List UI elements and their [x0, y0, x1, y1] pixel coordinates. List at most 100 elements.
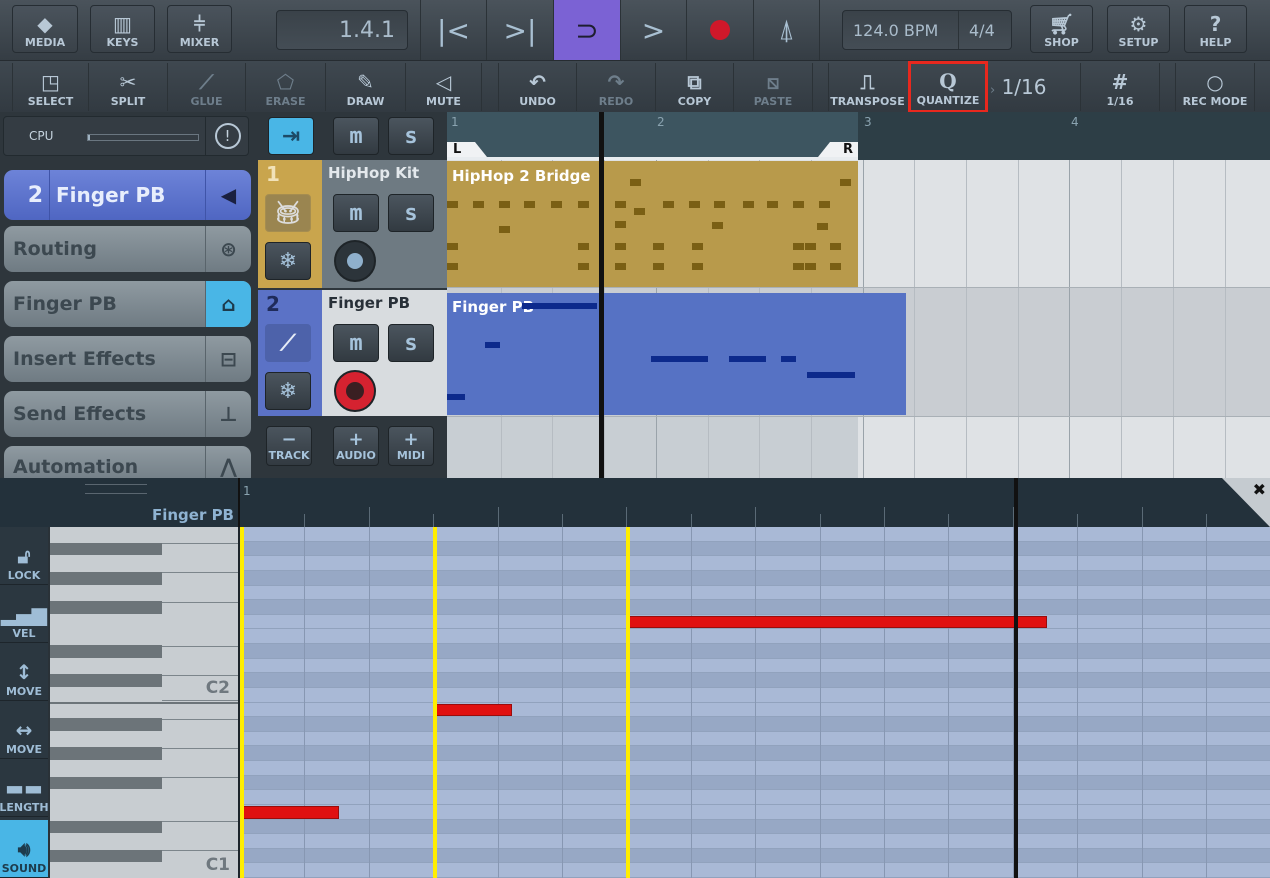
alert-button[interactable]: ! — [205, 117, 249, 155]
paste-button[interactable]: ⧅ PASTE — [733, 63, 813, 111]
track-2-freeze-button[interactable]: ❄ — [265, 372, 311, 410]
quantize-marker — [240, 527, 244, 878]
playhead[interactable] — [1014, 527, 1018, 878]
track-split-button[interactable]: ⇥ — [268, 117, 314, 155]
track-1-solo[interactable]: s — [388, 194, 434, 232]
track-2-record-arm[interactable] — [334, 370, 376, 412]
rec-mode-button[interactable]: ○ REC MODE — [1175, 63, 1255, 111]
split-tool[interactable]: ✂ SPLIT — [88, 63, 167, 111]
track-2-solo[interactable]: s — [388, 324, 434, 362]
right-locator[interactable]: R — [818, 142, 858, 157]
tempo-display[interactable]: 124.0 BPM 4/4 — [842, 10, 1012, 50]
section-instrument[interactable]: Finger PB ⌂ — [4, 281, 251, 327]
piano-keyboard[interactable]: C2 C1 — [50, 527, 238, 878]
velocity-tool[interactable]: ▂▄▆ VEL — [0, 585, 48, 643]
editor-ruler[interactable] — [240, 478, 1270, 527]
grid-line — [755, 527, 757, 878]
track-2-mute[interactable]: m — [333, 324, 379, 362]
drum-icon[interactable]: 🥁︎ — [265, 194, 311, 232]
position-display[interactable]: 1.4.1 — [276, 10, 408, 50]
record-button[interactable] — [686, 0, 753, 60]
metronome-button[interactable]: ⍋ — [753, 0, 820, 60]
time-signature[interactable]: 4/4 — [958, 11, 995, 49]
drum-hit — [663, 201, 674, 208]
clip-finger-pb[interactable]: Finger PB — [447, 293, 906, 415]
ruler-tick — [1141, 507, 1143, 527]
drum-hit — [447, 243, 458, 250]
timeline-ruler[interactable]: 1 2 3 4 L R — [447, 112, 1270, 160]
clip-hiphop-2-bridge[interactable]: HipHop 2 Bridge — [447, 161, 858, 287]
midi-note[interactable] — [242, 805, 339, 819]
drum-hit — [524, 201, 535, 208]
cycle-button[interactable]: ⊃ — [553, 0, 620, 60]
global-mute-button[interactable]: m — [333, 117, 379, 155]
grid-line — [966, 160, 967, 478]
quantize-button[interactable]: Q QUANTIZE — [908, 61, 988, 113]
copy-button[interactable]: ⧉ COPY — [655, 63, 733, 111]
track-1-record-arm[interactable] — [334, 240, 376, 282]
snowflake-icon: ❄ — [278, 248, 298, 274]
glue-tool[interactable]: ⟋ GLUE — [167, 63, 245, 111]
media-button[interactable]: ◆ MEDIA — [12, 5, 78, 53]
left-locator[interactable]: L — [447, 142, 487, 157]
add-midi-track-button[interactable]: + MIDI — [388, 426, 434, 466]
grid-line — [562, 527, 563, 878]
setup-button[interactable]: ⚙ SETUP — [1107, 5, 1170, 53]
drum-hit — [692, 263, 703, 270]
draw-tool[interactable]: ✎ DRAW — [325, 63, 405, 111]
speaker-icon: ◁ — [435, 70, 452, 94]
erase-tool[interactable]: ⬠ ERASE — [245, 63, 325, 111]
undo-button[interactable]: ↶ UNDO — [498, 63, 576, 111]
quantize-value-selector[interactable]: › 1/16 — [990, 75, 1046, 99]
redo-icon: ↷ — [607, 70, 625, 94]
loop-range[interactable]: L R — [447, 142, 858, 160]
go-to-start-button[interactable]: |< — [420, 0, 486, 60]
drum-hit — [714, 201, 725, 208]
drum-hit — [793, 263, 804, 270]
arrangement-view[interactable]: 1 2 3 4 L R HipHop 2 Bridge Finger PB — [447, 112, 1270, 478]
track-1-freeze-button[interactable]: ❄ — [265, 242, 311, 280]
global-solo-button[interactable]: s — [388, 117, 434, 155]
play-icon: > — [641, 13, 666, 47]
section-insert-effects[interactable]: Insert Effects ⊟ — [4, 336, 251, 382]
collapse-arrow-icon[interactable]: ◀ — [205, 170, 251, 220]
black-key — [50, 849, 162, 863]
transpose-button[interactable]: ⎍ TRANSPOSE — [828, 63, 906, 111]
sound-tool[interactable]: 🔊︎ SOUND — [0, 820, 48, 878]
mute-tool[interactable]: ◁ MUTE — [405, 63, 482, 111]
midi-note[interactable] — [628, 615, 1047, 629]
add-audio-track-button[interactable]: + AUDIO — [333, 426, 379, 466]
remove-track-button[interactable]: − TRACK — [266, 426, 312, 466]
grid-line — [368, 527, 370, 878]
guitar-icon[interactable]: ⟋ — [265, 324, 311, 362]
playhead[interactable] — [599, 112, 604, 478]
redo-button[interactable]: ↷ REDO — [576, 63, 655, 111]
play-button[interactable]: > — [620, 0, 686, 60]
select-tool[interactable]: ◳ SELECT — [12, 63, 88, 111]
black-key — [50, 718, 162, 731]
midi-note[interactable] — [435, 703, 513, 717]
move-vertical-tool[interactable]: ↕ MOVE — [0, 643, 48, 701]
resize-handle[interactable] — [85, 484, 147, 494]
section-routing[interactable]: Routing ⊛ — [4, 226, 251, 272]
section-send-effects[interactable]: Send Effects ⊥ — [4, 391, 251, 437]
go-to-end-button[interactable]: >| — [486, 0, 553, 60]
length-tool[interactable]: ▬▬ LENGTH — [0, 759, 49, 817]
keys-button[interactable]: ▥ KEYS — [90, 5, 155, 53]
note-grid[interactable] — [240, 527, 1270, 878]
mixer-button[interactable]: ⫩ MIXER — [167, 5, 232, 53]
selected-track-header[interactable]: 2 Finger PB ◀ — [4, 170, 251, 220]
drum-hit — [692, 243, 703, 250]
track-1-header[interactable]: 1 🥁︎ ❄ HipHop Kit m s — [258, 160, 447, 288]
tempo-value[interactable]: 124.0 BPM — [843, 21, 958, 40]
shop-button[interactable]: 🛒︎ SHOP — [1030, 5, 1093, 53]
help-button[interactable]: ? HELP — [1184, 5, 1247, 53]
grid-line — [1017, 160, 1019, 478]
track-2-header[interactable]: 2 ⟋ ❄ Finger PB m s — [258, 290, 447, 416]
lock-tool[interactable]: 🔓︎ LOCK — [0, 527, 48, 585]
move-horizontal-tool[interactable]: ↔ MOVE — [0, 701, 48, 759]
grid-button[interactable]: #1/16 — [1080, 63, 1160, 111]
record-arm-off-icon — [347, 253, 363, 269]
track-1-mute[interactable]: m — [333, 194, 379, 232]
grid-line — [1206, 527, 1207, 878]
